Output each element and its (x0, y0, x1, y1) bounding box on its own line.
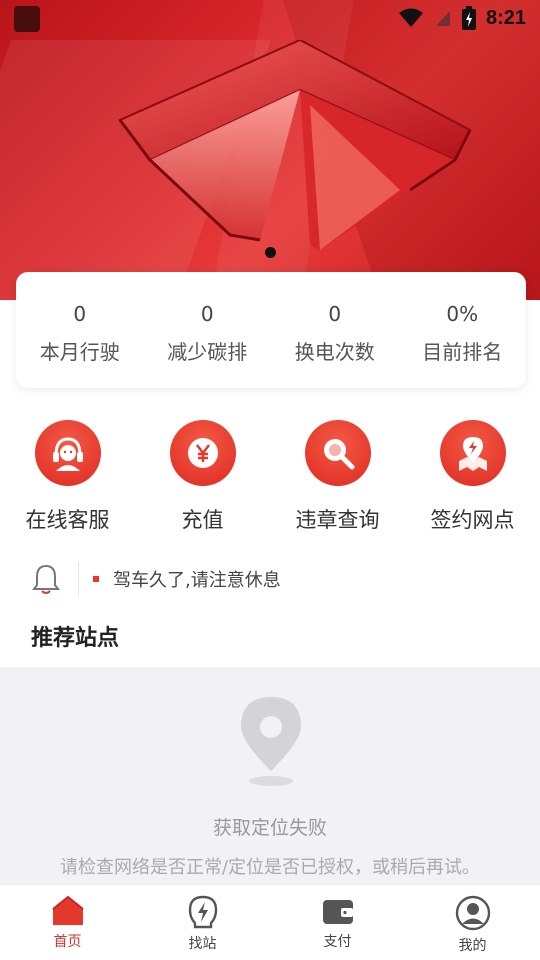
stat-value: 0% (446, 302, 479, 326)
empty-hint: 请检查网络是否正常/定位是否已授权，或稍后再试。 (59, 857, 481, 878)
stat-value: 0 (328, 302, 342, 326)
stat-label: 本月行驶 (39, 340, 120, 364)
stat-label: 目前排名 (422, 340, 503, 364)
empty-message: 获取定位失败 (212, 817, 327, 839)
wifi-icon (398, 8, 423, 27)
section-title: 推荐站点 (31, 626, 120, 651)
user-icon (455, 895, 490, 931)
partner-outlets-button[interactable]: 签约网点 (405, 420, 540, 540)
stat-value: 0 (73, 302, 87, 326)
action-label: 签约网点 (430, 508, 515, 532)
tab-profile[interactable]: 我的 (405, 885, 540, 960)
quick-actions: 在线客服 充值 违章查询 签约网点 (0, 420, 540, 540)
brand-logo-image (118, 40, 472, 250)
notice-bar[interactable]: 驾车久了,请注意休息 (30, 560, 510, 598)
tab-home[interactable]: 首页 (0, 885, 135, 960)
stat-swap-count: 0 换电次数 (271, 272, 399, 388)
battery-icon (461, 6, 476, 30)
notification-app-icon (14, 6, 40, 32)
stat-label: 减少碳排 (167, 340, 248, 364)
divider (78, 562, 79, 596)
stats-card: 0 本月行驶 0 减少碳排 0 换电次数 0% 目前排名 (16, 272, 526, 388)
stat-value: 0 (200, 302, 214, 326)
stat-label: 换电次数 (294, 340, 375, 364)
hero-banner[interactable] (0, 0, 540, 300)
notice-text: 驾车久了,请注意休息 (113, 570, 281, 591)
stat-monthly-mileage: 0 本月行驶 (16, 272, 144, 388)
tab-find-station[interactable]: 找站 (135, 885, 270, 960)
violation-query-button[interactable]: 违章查询 (270, 420, 405, 540)
signal-icon (435, 11, 450, 26)
headset-icon (34, 420, 101, 486)
tab-label: 首页 (53, 934, 82, 950)
recharge-button[interactable]: 充值 (135, 420, 270, 540)
stat-ranking: 0% 目前排名 (399, 272, 527, 388)
map-pin-icon (439, 420, 506, 486)
yen-icon (169, 420, 236, 486)
action-label: 充值 (181, 508, 224, 532)
wallet-icon (322, 900, 353, 924)
bell-icon (30, 561, 62, 597)
action-label: 违章查询 (295, 508, 380, 532)
tab-label: 我的 (458, 938, 487, 954)
status-time: 8:21 (485, 6, 526, 29)
lightning-icon (188, 895, 217, 929)
empty-state: 获取定位失败 请检查网络是否正常/定位是否已授权，或稍后再试。 (0, 667, 540, 884)
tab-label: 支付 (323, 934, 352, 950)
tab-payment[interactable]: 支付 (270, 885, 405, 960)
status-bar: 8:21 (0, 0, 540, 36)
location-pin-icon (241, 697, 301, 786)
bottom-tab-bar: 首页 找站 支付 我的 (0, 884, 540, 960)
search-icon (304, 420, 371, 486)
notice-marker (93, 576, 99, 582)
stat-carbon-reduction: 0 减少碳排 (144, 272, 272, 388)
tab-label: 找站 (188, 936, 217, 952)
carousel-indicator[interactable] (265, 247, 276, 258)
action-label: 在线客服 (25, 508, 110, 532)
home-icon (51, 895, 84, 925)
online-service-button[interactable]: 在线客服 (0, 420, 135, 540)
